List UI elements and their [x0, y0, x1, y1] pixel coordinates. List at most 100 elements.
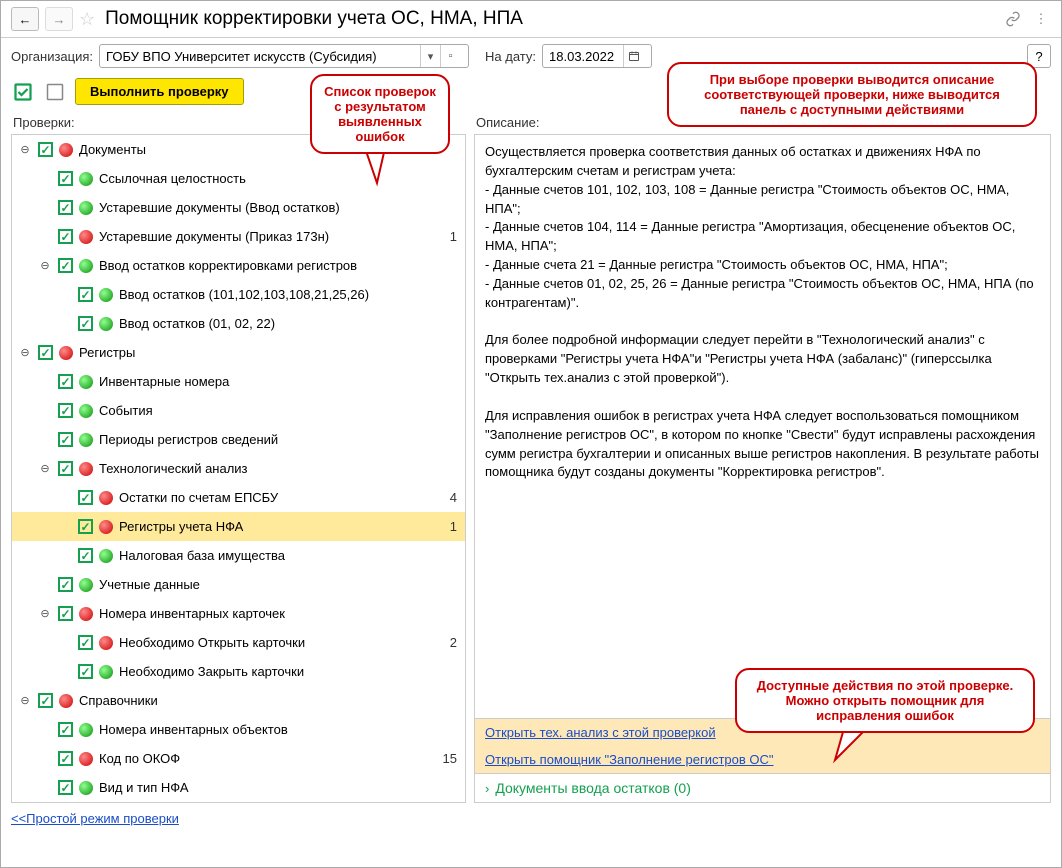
arrow-right-icon: →: [53, 12, 66, 27]
tree-row[interactable]: •✓Код по ОКОФ15: [12, 744, 465, 773]
tree-row-count: 1: [437, 519, 457, 534]
desc-b4: - Данные счетов 01, 02, 25, 26 = Данные …: [485, 275, 1040, 313]
status-green-icon: [99, 288, 113, 302]
collapse-icon[interactable]: ⊖: [18, 694, 32, 707]
desc-p2: Для более подробной информации следует п…: [485, 331, 1040, 388]
tree-row[interactable]: •✓Остатки по счетам ЕПСБУ4: [12, 483, 465, 512]
description-box: Осуществляется проверка соответствия дан…: [474, 134, 1051, 719]
checkbox[interactable]: ✓: [38, 345, 53, 360]
status-red-icon: [99, 491, 113, 505]
tree-row[interactable]: •✓Учетные данные: [12, 570, 465, 599]
tree-row[interactable]: •✓Регистры учета НФА1: [12, 512, 465, 541]
uncheck-all-button[interactable]: [43, 80, 67, 104]
status-green-icon: [99, 317, 113, 331]
link-icon[interactable]: [1003, 9, 1023, 29]
tree-row[interactable]: •✓Вид и тип НФА: [12, 773, 465, 802]
run-check-button[interactable]: Выполнить проверку: [75, 78, 244, 105]
collapse-icon[interactable]: ⊖: [18, 346, 32, 359]
checkbox[interactable]: ✓: [78, 316, 93, 331]
tree-row[interactable]: ⊖✓Справочники: [12, 686, 465, 715]
help-icon: ?: [1035, 49, 1042, 64]
checkbox[interactable]: ✓: [58, 722, 73, 737]
tree-row-label: Устаревшие документы (Приказ 173н): [99, 229, 431, 244]
tree-row[interactable]: •✓Налоговая база имущества: [12, 541, 465, 570]
org-open-icon[interactable]: ▫: [440, 45, 460, 67]
status-red-icon: [79, 607, 93, 621]
collapse-icon[interactable]: ⊖: [38, 462, 52, 475]
tree-row[interactable]: •✓Устаревшие документы (Приказ 173н)1: [12, 222, 465, 251]
tree-row[interactable]: •✓Необходимо Закрыть карточки: [12, 657, 465, 686]
status-red-icon: [59, 694, 73, 708]
checkbox[interactable]: ✓: [38, 693, 53, 708]
org-dropdown-icon[interactable]: ▾: [420, 45, 440, 67]
org-input[interactable]: [100, 45, 420, 67]
checkbox[interactable]: ✓: [78, 548, 93, 563]
tree-row-label: Необходимо Открыть карточки: [119, 635, 431, 650]
tree-row[interactable]: ⊖✓Регистры: [12, 338, 465, 367]
status-red-icon: [59, 346, 73, 360]
checkbox[interactable]: ✓: [78, 490, 93, 505]
tree-row[interactable]: •✓Инвентарные номера: [12, 367, 465, 396]
status-green-icon: [79, 259, 93, 273]
desc-b1: - Данные счетов 101, 102, 103, 108 = Дан…: [485, 181, 1040, 219]
checkbox[interactable]: ✓: [78, 664, 93, 679]
open-fill-registers-link[interactable]: Открыть помощник "Заполнение регистров О…: [475, 746, 1050, 773]
tree-row[interactable]: ⊖✓Номера инвентарных карточек: [12, 599, 465, 628]
checkbox[interactable]: ✓: [58, 577, 73, 592]
checkbox[interactable]: ✓: [58, 432, 73, 447]
tree-row[interactable]: •✓Устаревшие документы (Ввод остатков): [12, 193, 465, 222]
page-title: Помощник корректировки учета ОС, НМА, НП…: [105, 8, 523, 30]
more-icon[interactable]: ⋮: [1031, 9, 1051, 29]
tree-row[interactable]: •✓Ввод остатков (101,102,103,108,21,25,2…: [12, 280, 465, 309]
checkbox[interactable]: ✓: [58, 258, 73, 273]
tree-row[interactable]: •✓Периоды регистров сведений: [12, 425, 465, 454]
checkbox[interactable]: ✓: [78, 519, 93, 534]
checkbox[interactable]: ✓: [58, 171, 73, 186]
checkbox[interactable]: ✓: [58, 461, 73, 476]
checks-tree[interactable]: ⊖✓Документы•✓Ссылочная целостность•✓Уста…: [11, 134, 466, 803]
checkbox[interactable]: ✓: [38, 142, 53, 157]
documents-summary-row[interactable]: › Документы ввода остатков (0): [474, 774, 1051, 803]
tree-row[interactable]: ⊖✓Ввод остатков корректировками регистро…: [12, 251, 465, 280]
collapse-icon[interactable]: ⊖: [38, 259, 52, 272]
checkbox[interactable]: ✓: [58, 780, 73, 795]
tree-row[interactable]: •✓События: [12, 396, 465, 425]
tree-row-label: Периоды регистров сведений: [99, 432, 431, 447]
checkbox[interactable]: ✓: [58, 403, 73, 418]
org-label: Организация:: [11, 49, 93, 64]
checkbox[interactable]: ✓: [78, 287, 93, 302]
checkbox[interactable]: ✓: [58, 374, 73, 389]
date-input[interactable]: [543, 45, 623, 67]
tree-row-label: Инвентарные номера: [99, 374, 431, 389]
calendar-icon[interactable]: [623, 45, 643, 67]
desc-p1: Осуществляется проверка соответствия дан…: [485, 143, 1040, 181]
star-icon[interactable]: ☆: [79, 9, 95, 30]
checkbox[interactable]: ✓: [58, 606, 73, 621]
collapse-icon[interactable]: ⊖: [18, 143, 32, 156]
tree-row[interactable]: •✓Необходимо Открыть карточки2: [12, 628, 465, 657]
checkbox[interactable]: ✓: [78, 635, 93, 650]
checkbox[interactable]: ✓: [58, 751, 73, 766]
check-all-button[interactable]: [11, 80, 35, 104]
tree-row-label: Необходимо Закрыть карточки: [119, 664, 431, 679]
status-red-icon: [99, 520, 113, 534]
org-combo[interactable]: ▾ ▫: [99, 44, 469, 68]
simple-mode-link[interactable]: <<Простой режим проверки: [11, 811, 179, 826]
back-button[interactable]: ←: [11, 7, 39, 31]
status-red-icon: [79, 752, 93, 766]
forward-button[interactable]: →: [45, 7, 73, 31]
checkbox[interactable]: ✓: [58, 229, 73, 244]
tree-row-count: 4: [437, 490, 457, 505]
tree-row[interactable]: •✓Ссылочная целостность: [12, 164, 465, 193]
date-combo[interactable]: [542, 44, 652, 68]
desc-p3: Для исправления ошибок в регистрах учета…: [485, 407, 1040, 482]
checkbox[interactable]: ✓: [58, 200, 73, 215]
collapse-icon[interactable]: ⊖: [38, 607, 52, 620]
status-green-icon: [79, 578, 93, 592]
status-green-icon: [79, 781, 93, 795]
callout-left-tail: [355, 148, 395, 188]
tree-row[interactable]: •✓Ввод остатков (01, 02, 22): [12, 309, 465, 338]
desc-b2: - Данные счетов 104, 114 = Данные регист…: [485, 218, 1040, 256]
tree-row[interactable]: •✓Номера инвентарных объектов: [12, 715, 465, 744]
tree-row[interactable]: ⊖✓Технологический анализ: [12, 454, 465, 483]
